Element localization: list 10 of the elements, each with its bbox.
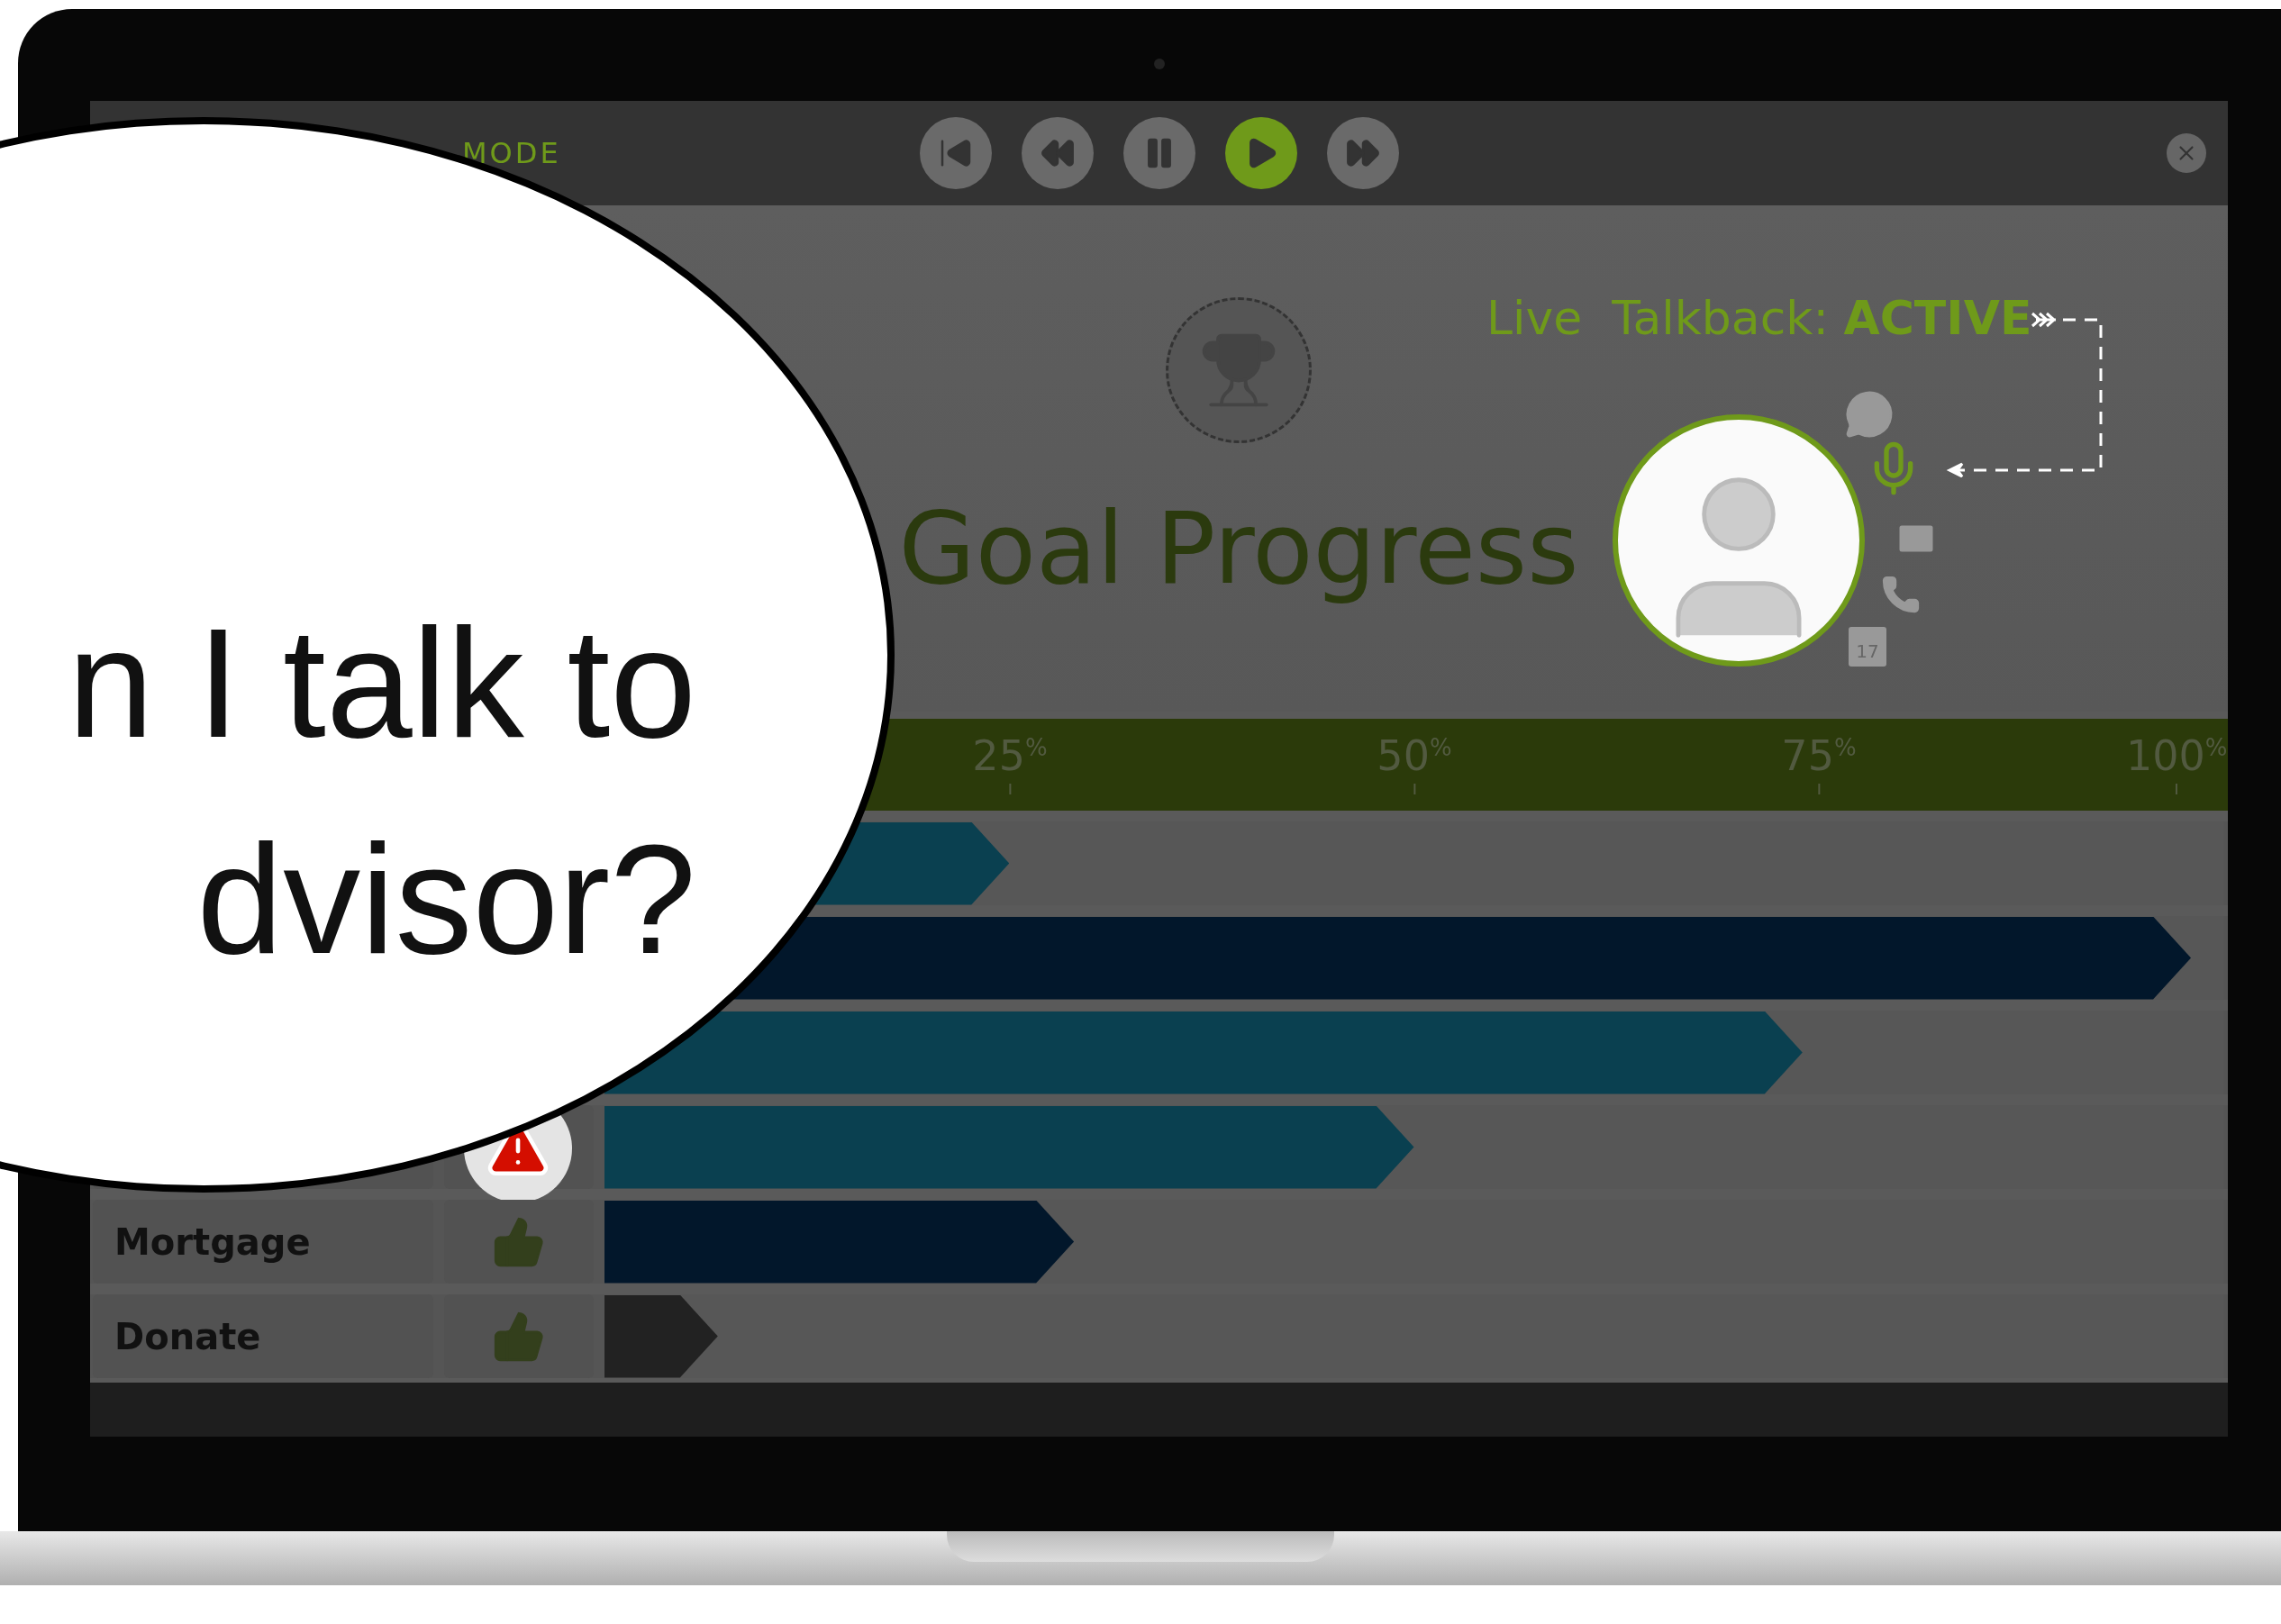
goal-name: Mortgage — [114, 1220, 311, 1263]
camera-dot — [1153, 59, 1165, 69]
speech-text: dvisor? — [196, 812, 696, 987]
speech-text: n I talk to — [68, 595, 696, 771]
goal-title: Goal Progress — [898, 490, 1579, 607]
close-button[interactable] — [2167, 133, 2206, 173]
goal-name: Donate — [114, 1315, 261, 1357]
talkback-status: Live Talkback: ACTIVE — [1486, 291, 2032, 345]
mode-label: MODE — [461, 136, 562, 170]
phone-icon[interactable] — [1880, 574, 1922, 615]
